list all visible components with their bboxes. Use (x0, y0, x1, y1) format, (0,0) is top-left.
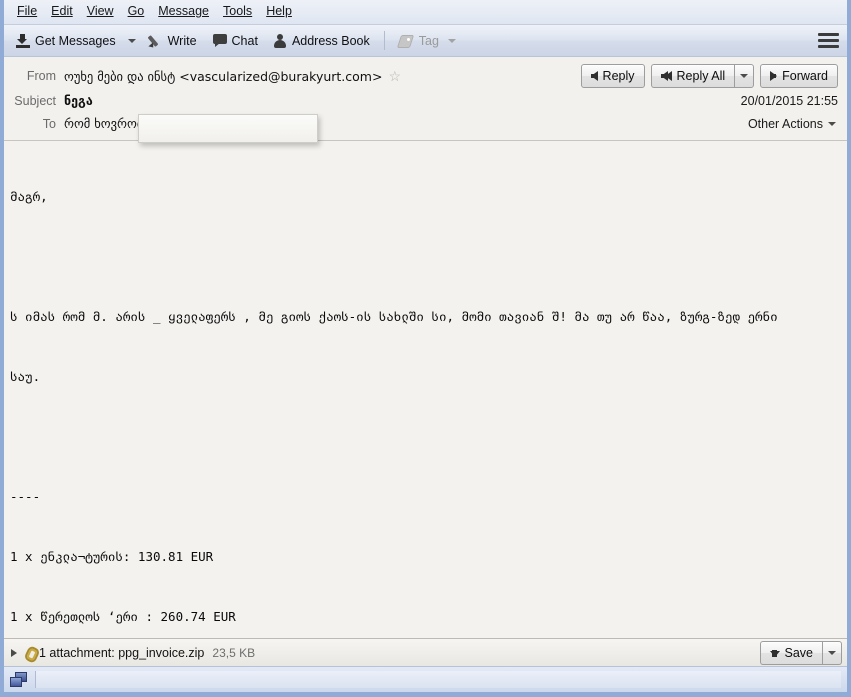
from-value[interactable]: ოუხე მები და ინსტ <vascularized@burakyur… (64, 69, 382, 84)
body-line: მაგრ, (10, 189, 48, 204)
chevron-down-icon (447, 38, 456, 43)
forward-label: Forward (782, 69, 828, 83)
attachment-bar: 1 attachment: ppg_invoice.zip 23,5 KB Sa… (4, 638, 847, 666)
pencil-icon (147, 34, 163, 49)
address-tooltip-popup (138, 114, 318, 143)
tag-label: Tag (418, 33, 439, 48)
reply-all-dropdown[interactable] (734, 64, 755, 88)
chevron-down-icon (128, 38, 137, 43)
menu-go[interactable]: Go (121, 2, 152, 22)
forward-arrow-icon (770, 71, 778, 81)
attachment-label[interactable]: 1 attachment: ppg_invoice.zip (39, 646, 204, 660)
status-message-area (35, 671, 841, 688)
body-line: 1 x წერეთლოს ‘ერი : 260.74 EUR (10, 609, 236, 624)
save-attachment-button[interactable]: Save (759, 640, 822, 665)
reply-label: Reply (602, 69, 635, 83)
get-messages-dropdown[interactable] (124, 28, 141, 54)
to-label: To (42, 116, 56, 131)
chat-bubble-icon (212, 34, 227, 47)
reply-all-label: Reply All (676, 69, 726, 83)
chevron-down-icon (740, 74, 749, 78)
menu-message-label: Message (158, 4, 209, 18)
menu-bar: File Edit View Go Message Tools Help (4, 0, 847, 25)
app-menu-button[interactable] (817, 30, 840, 50)
header-row-from: From ოუხე მები და ინსტ <vascularized@bur… (4, 63, 847, 89)
triangle-right-icon[interactable] (11, 648, 17, 657)
chat-label: Chat (231, 33, 258, 48)
get-messages-label: Get Messages (35, 33, 116, 48)
body-line: 1 x ენკლა¬ტურის: 130.81 EUR (10, 549, 214, 564)
download-icon (16, 33, 30, 48)
chat-button[interactable]: Chat (205, 28, 266, 54)
attachment-size: 23,5 KB (212, 645, 256, 660)
body-line: ს იმას რომ მ. არის _ ყველაფერს , მე გიოს… (10, 309, 778, 324)
subject-value: ნეგა (64, 93, 93, 108)
reply-button[interactable]: Reply (580, 64, 645, 88)
to-value[interactable]: რომ ხოვრობს (64, 116, 150, 131)
menu-edit[interactable]: Edit (44, 2, 80, 22)
menu-file-label: File (17, 4, 38, 18)
forward-button[interactable]: Forward (760, 64, 838, 88)
other-actions-button[interactable]: Other Actions (746, 116, 838, 132)
menu-help-label: Help (266, 4, 292, 18)
address-book-label: Address Book (291, 33, 370, 48)
reply-arrow-icon (590, 71, 598, 81)
body-line: სა̣უ. (10, 369, 41, 384)
reply-all-arrow-icon (660, 71, 672, 81)
main-toolbar: Get Messages Write Chat Address Book Tag (4, 25, 847, 57)
menu-edit-label: Edit (51, 4, 73, 18)
subject-label: Subject (14, 93, 56, 108)
message-body: მაგრ, ს იმას რომ მ. არის _ ყველაფერს , მ… (4, 141, 847, 638)
menu-file[interactable]: File (10, 2, 44, 22)
network-connection-icon (10, 672, 27, 687)
menu-go-label: Go (127, 4, 145, 18)
write-button[interactable]: Write (141, 28, 205, 54)
chevron-down-icon (828, 650, 836, 655)
reply-all-button[interactable]: Reply All (650, 64, 735, 88)
menu-tools[interactable]: Tools (216, 2, 259, 22)
menu-message[interactable]: Message (151, 2, 216, 22)
message-header: From ოუხე მები და ინსტ <vascularized@bur… (4, 57, 847, 143)
menu-help[interactable]: Help (259, 2, 299, 22)
body-line (10, 427, 847, 447)
message-reader-window: File Edit View Go Message Tools Help Get… (0, 0, 851, 697)
header-row-subject: Subject ნეგა 20/01/2015 21:55 (4, 89, 847, 112)
tag-icon (396, 34, 414, 48)
header-row-to: To რომ ხოვრობს ☆ Other Actions (4, 112, 847, 143)
paperclip-icon (23, 645, 41, 664)
write-label: Write (167, 33, 197, 48)
other-actions-label: Other Actions (747, 116, 823, 131)
person-icon (274, 33, 287, 48)
menu-view[interactable]: View (80, 2, 121, 22)
chevron-down-icon (828, 121, 836, 126)
menu-view-label: View (86, 4, 114, 18)
status-bar (4, 666, 847, 692)
save-label: Save (784, 645, 814, 660)
star-outline-icon[interactable]: ☆ (388, 69, 401, 83)
from-label: From (26, 69, 56, 83)
toolbar-separator (383, 31, 385, 50)
body-line (10, 247, 847, 267)
address-book-button[interactable]: Address Book (266, 28, 378, 54)
tag-button[interactable]: Tag (391, 28, 464, 54)
get-messages-button[interactable]: Get Messages (8, 28, 124, 54)
message-date: 20/01/2015 21:55 (740, 93, 838, 108)
save-attachment-dropdown[interactable] (822, 640, 842, 665)
menu-tools-label: Tools (223, 4, 253, 18)
download-arrow-icon (769, 649, 780, 657)
body-line: ---- (10, 489, 41, 504)
